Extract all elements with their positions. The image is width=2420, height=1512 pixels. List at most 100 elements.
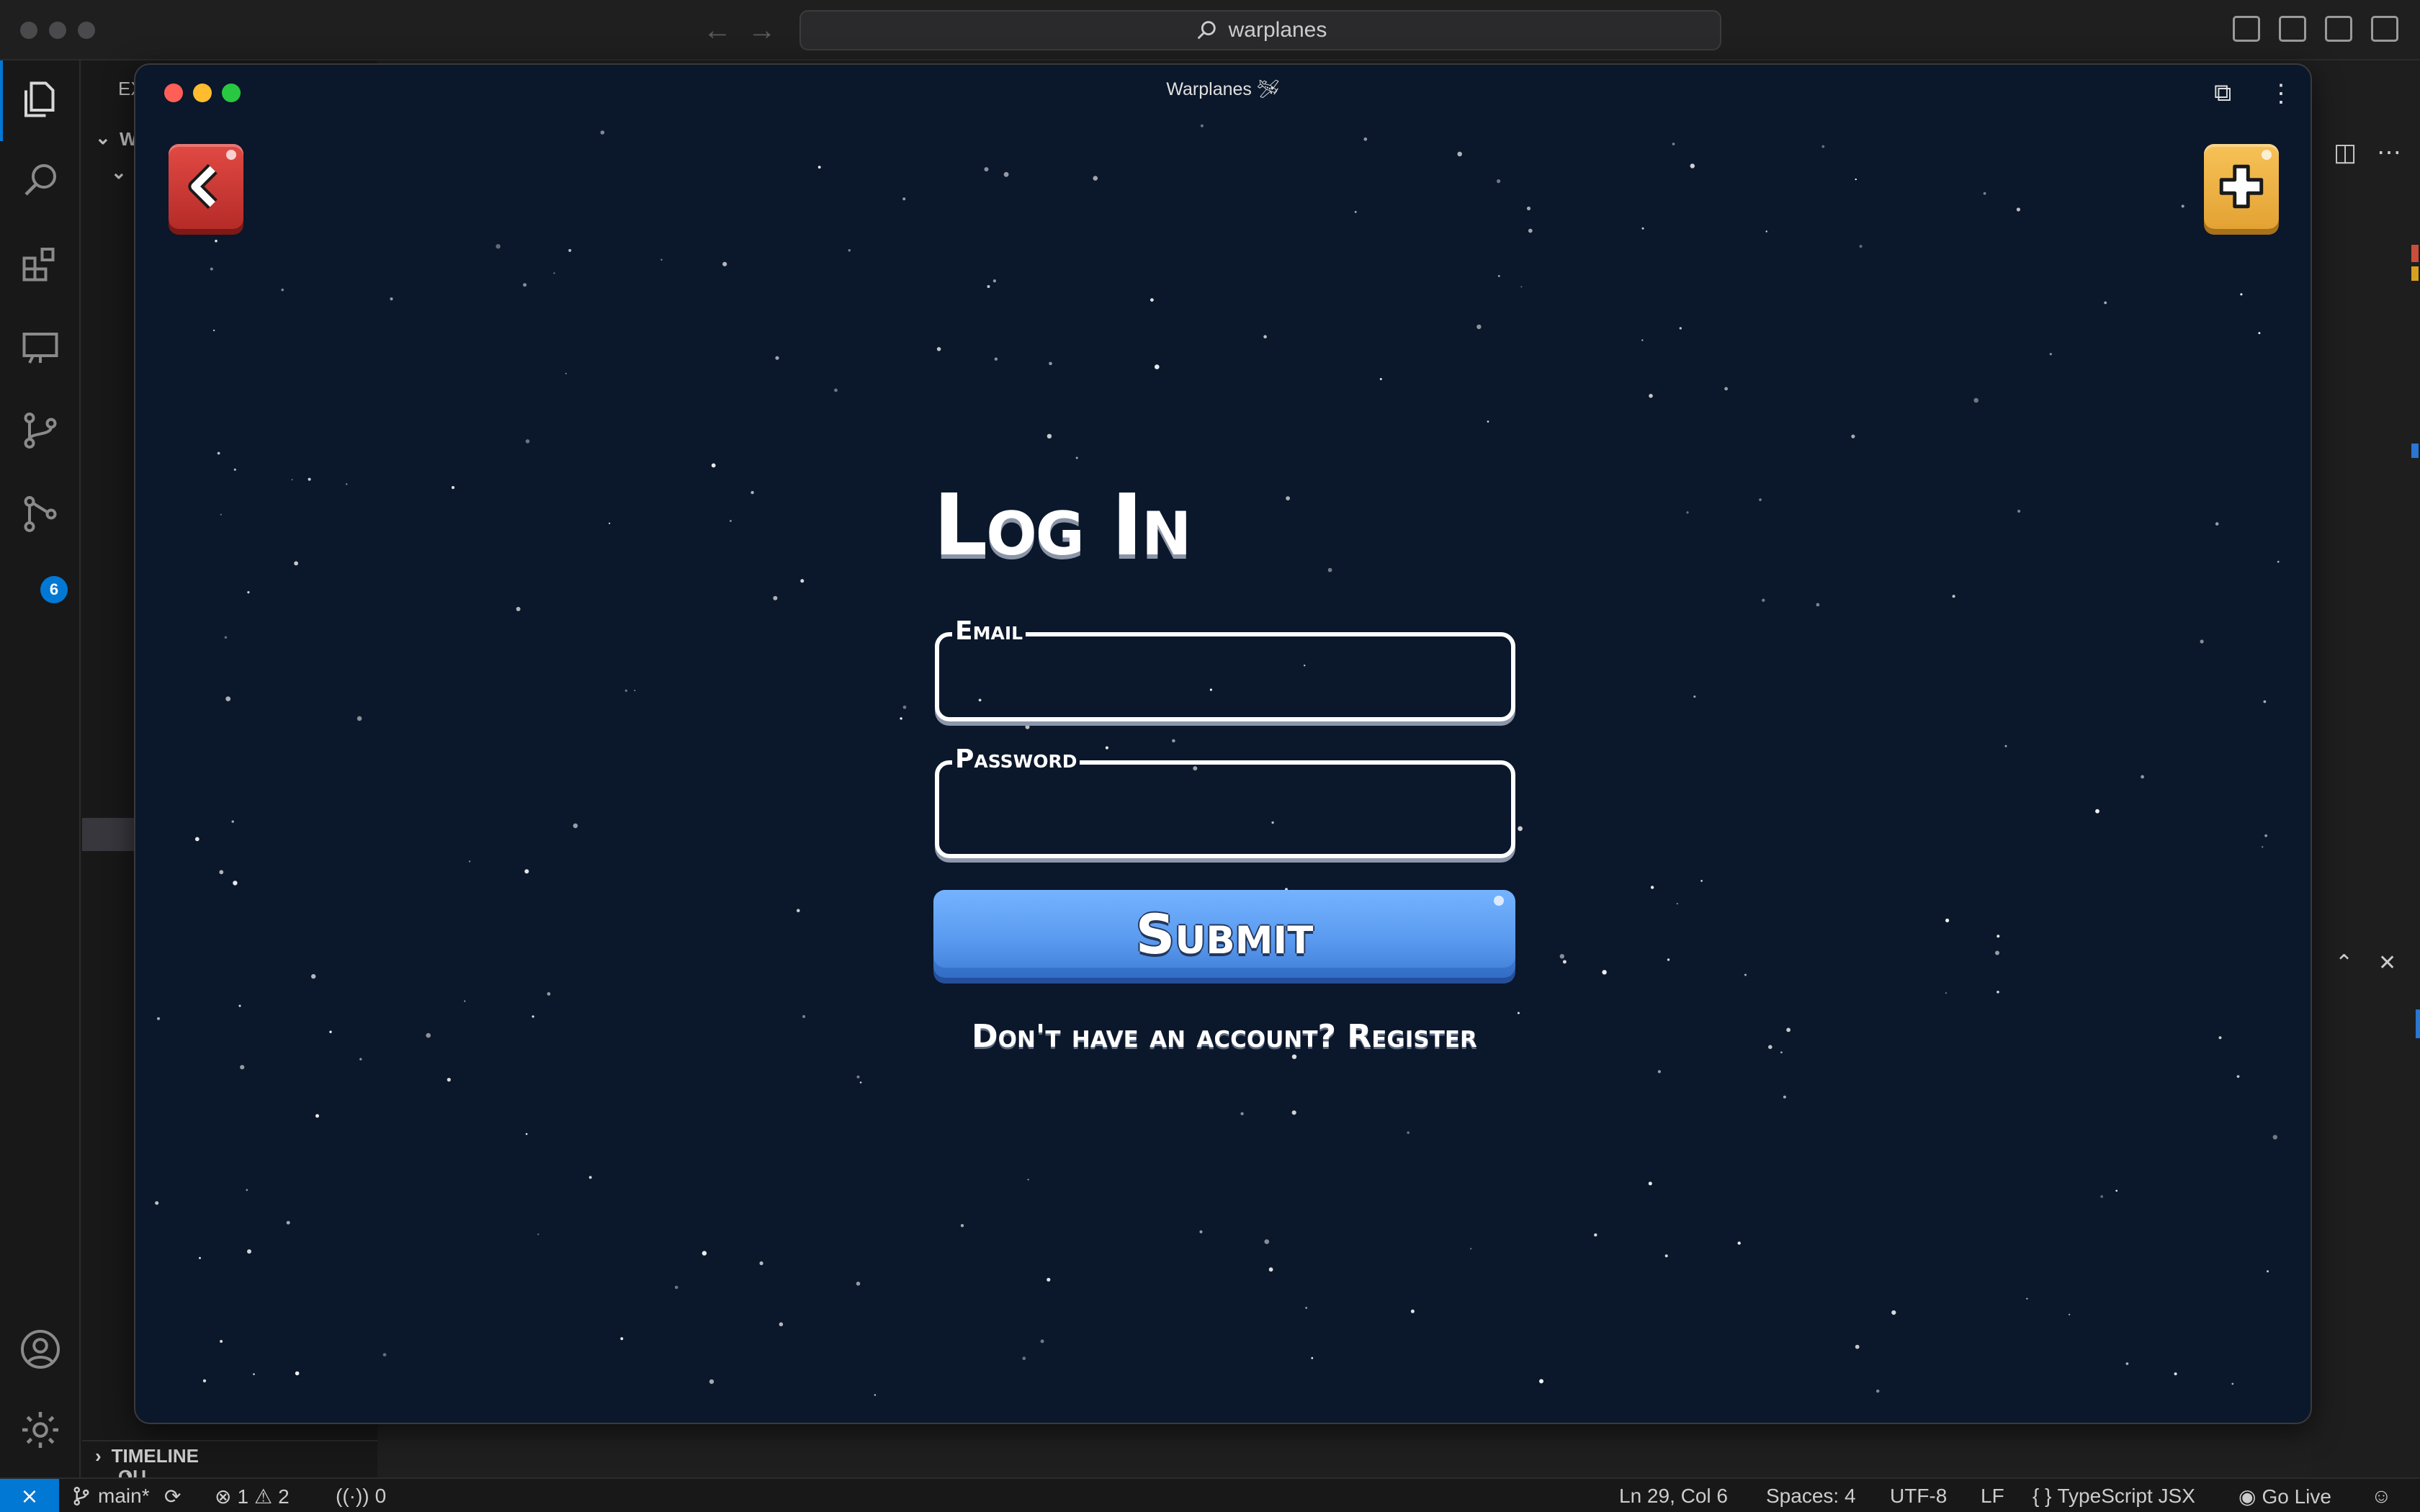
star <box>220 513 222 516</box>
star <box>1996 935 2000 938</box>
star <box>750 490 754 495</box>
encoding-indicator[interactable]: UTF-8 <box>1890 1485 1947 1508</box>
split-editor-icon[interactable]: ◫ <box>2334 138 2357 167</box>
star <box>1497 179 1501 184</box>
email-field[interactable]: Email <box>935 616 1515 721</box>
close-window-button[interactable] <box>20 22 37 39</box>
star <box>2258 332 2261 335</box>
explorer-icon[interactable] <box>19 78 62 121</box>
email-input[interactable] <box>939 636 1511 717</box>
forward-arrow-icon[interactable]: → <box>748 14 776 46</box>
folder-chevron-icon[interactable]: ⌄ <box>95 127 111 149</box>
star <box>238 1004 241 1007</box>
extension-icon[interactable]: ⧉ <box>2214 79 2231 107</box>
star <box>295 1371 300 1376</box>
star <box>217 451 220 455</box>
settings-gear-icon[interactable] <box>19 1408 62 1452</box>
star <box>532 1015 534 1018</box>
zoom-window-button[interactable] <box>78 22 95 39</box>
back-button[interactable] <box>169 144 243 229</box>
star <box>2263 700 2267 703</box>
eol-indicator[interactable]: LF <box>1981 1485 2004 1508</box>
active-indicator <box>0 60 3 141</box>
source-control-graph-icon[interactable] <box>19 492 62 536</box>
star <box>155 1201 159 1205</box>
error-count: 1 <box>237 1485 249 1508</box>
star <box>253 1373 255 1375</box>
source-control-icon[interactable] <box>19 409 62 452</box>
star <box>1518 826 1523 832</box>
star <box>987 285 990 288</box>
star <box>802 1014 806 1018</box>
branch-name: main* <box>98 1485 150 1507</box>
selected-file-row[interactable] <box>82 818 140 851</box>
command-center-text: warplanes <box>1228 18 1327 42</box>
screen: ← → warplanes 6 EX ⌄ W ⌄ › OU › TIMELINE… <box>0 0 2420 1512</box>
sync-icon[interactable]: ⟳ <box>164 1485 181 1508</box>
back-arrow-icon[interactable]: ← <box>703 14 732 46</box>
add-button[interactable] <box>2204 144 2279 229</box>
star <box>1679 327 1682 330</box>
star <box>247 591 250 594</box>
game-window-titlebar: Warplanes 🛩 ⧉ ⋮ <box>135 65 2311 117</box>
star <box>588 1176 592 1179</box>
copilot-icon[interactable]: ☺ <box>2371 1485 2392 1508</box>
star <box>1407 1131 1410 1134</box>
password-input[interactable] <box>939 765 1511 854</box>
star <box>2264 834 2268 837</box>
password-field[interactable]: Password <box>935 744 1515 858</box>
star <box>1762 598 1765 602</box>
ports-indicator[interactable]: ((·)) 0 <box>336 1485 386 1508</box>
language-mode[interactable]: { } TypeScript JSX <box>2033 1485 2195 1508</box>
star <box>856 1282 861 1286</box>
customize-layout-icon[interactable] <box>2371 16 2398 42</box>
go-live-button[interactable]: ◉ Go Live <box>2238 1485 2331 1508</box>
star <box>609 522 611 525</box>
star <box>1602 970 1607 975</box>
star <box>1786 1027 1791 1032</box>
toggle-primary-sidebar-icon[interactable] <box>2233 16 2260 42</box>
minimize-window-button[interactable] <box>49 22 66 39</box>
star <box>1200 124 1204 127</box>
warning-icon: ⚠ <box>254 1485 273 1508</box>
more-actions-icon[interactable]: ⋯ <box>2377 138 2401 167</box>
cursor-position[interactable]: Ln 29, Col 6 <box>1619 1485 1728 1508</box>
indentation-indicator[interactable]: Spaces: 4 <box>1766 1485 1856 1508</box>
star <box>1657 1070 1661 1074</box>
star <box>2231 1382 2234 1385</box>
timeline-section-header[interactable]: › TIMELINE <box>82 1440 377 1470</box>
panel-close-icon[interactable]: ✕ <box>2378 950 2396 976</box>
kebab-menu-icon[interactable]: ⋮ <box>2269 79 2293 108</box>
star <box>281 288 284 292</box>
star <box>219 870 224 875</box>
star <box>447 1078 451 1082</box>
star <box>2049 353 2052 356</box>
toggle-secondary-sidebar-icon[interactable] <box>2325 16 2352 42</box>
star <box>1264 1239 1270 1244</box>
star <box>523 283 527 287</box>
remote-indicator-icon[interactable]: ⨯ <box>0 1479 59 1512</box>
command-center-search[interactable]: warplanes <box>799 10 1721 50</box>
star <box>382 1353 387 1356</box>
star <box>240 1065 245 1070</box>
minimap-info-mark <box>2411 444 2419 458</box>
star <box>357 716 362 721</box>
star <box>1305 1307 1308 1309</box>
panel-maximize-icon[interactable]: ⌃ <box>2335 950 2353 976</box>
star <box>1650 886 1654 889</box>
star <box>390 297 393 301</box>
star <box>2240 293 2243 296</box>
extensions-icon[interactable] <box>19 242 62 285</box>
branch-indicator[interactable]: main* <box>71 1485 150 1508</box>
account-icon[interactable] <box>19 1328 62 1371</box>
submit-button[interactable]: Submit <box>933 890 1515 978</box>
problems-indicator[interactable]: ⊗ 1 ⚠ 2 <box>215 1485 290 1508</box>
toggle-panel-icon[interactable] <box>2279 16 2306 42</box>
register-link[interactable]: Register <box>1347 1018 1477 1055</box>
broadcast-icon: ((·)) <box>336 1485 369 1507</box>
star <box>516 606 521 611</box>
remote-explorer-icon[interactable] <box>19 327 62 370</box>
subfolder-chevron-icon[interactable]: ⌄ <box>111 161 127 184</box>
star <box>524 869 529 874</box>
search-icon[interactable] <box>19 158 62 202</box>
